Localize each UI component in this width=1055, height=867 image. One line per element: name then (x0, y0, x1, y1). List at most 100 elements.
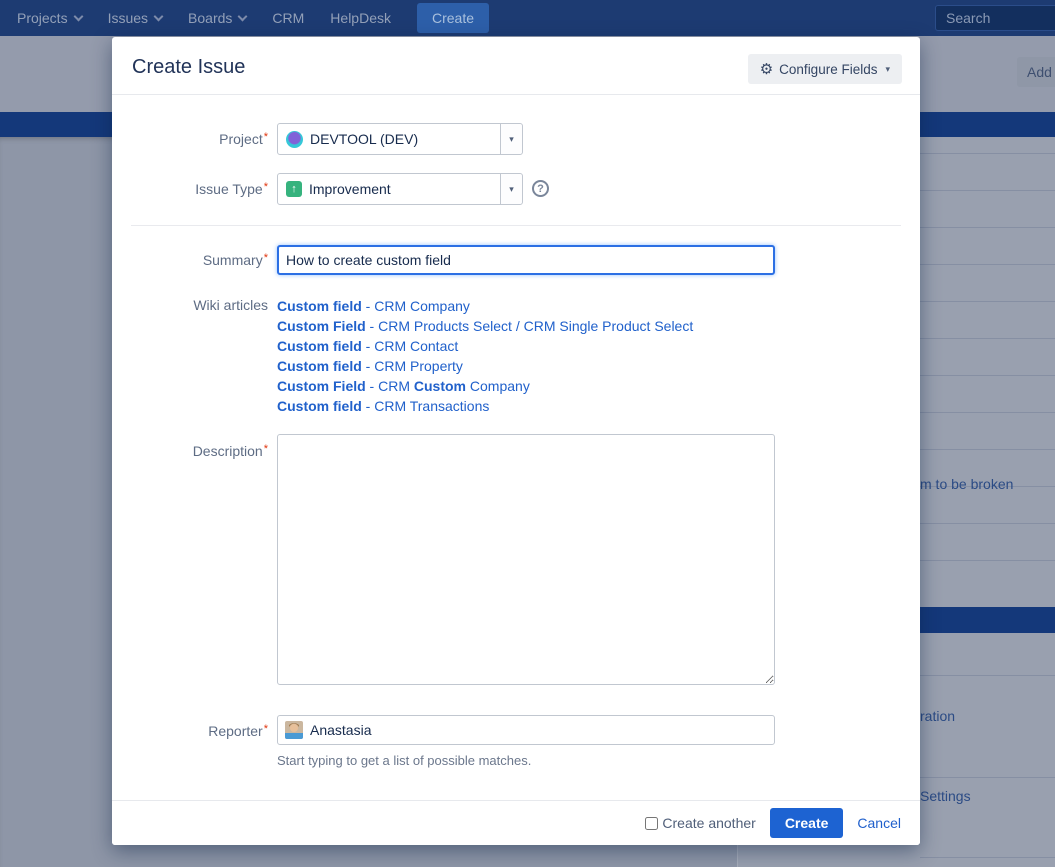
background-row-divider (920, 338, 1055, 339)
description-field-row: Description* (112, 434, 920, 690)
summary-field-row: Summary* (112, 245, 920, 275)
wiki-link-segment: Custom Field (277, 318, 366, 334)
chevron-down-icon (238, 11, 248, 21)
wiki-link-segment: - CRM Company (362, 298, 470, 314)
project-label: Project* (112, 123, 268, 155)
required-marker: * (264, 181, 268, 193)
gear-icon: ⚙ (760, 62, 773, 77)
create-button[interactable]: Create (770, 808, 844, 838)
nav-item-label: Boards (188, 10, 232, 26)
wiki-link-segment: Custom field (277, 398, 362, 414)
improvement-arrow-icon: ↑ (286, 181, 302, 197)
background-row-divider (920, 777, 1055, 778)
required-marker: * (264, 443, 268, 455)
nav-item-label: HelpDesk (330, 10, 391, 26)
required-marker: * (264, 252, 268, 264)
dialog-header: Create Issue ⚙ Configure Fields ▾ (112, 37, 920, 95)
wiki-article-link[interactable]: Custom Field - CRM Products Select / CRM… (277, 316, 693, 336)
nav-item-label: CRM (272, 10, 304, 26)
summary-input[interactable] (277, 245, 775, 275)
background-row-divider (920, 412, 1055, 413)
chevron-down-icon: ▾ (885, 64, 890, 75)
reporter-field-row: Reporter* Anastasia (112, 715, 920, 745)
nav-item-helpdesk[interactable]: HelpDesk (317, 0, 404, 36)
background-row-divider (920, 675, 1055, 676)
background-link-broken-item[interactable]: m to be broken (920, 476, 1013, 492)
summary-label: Summary* (112, 245, 268, 275)
create-another-label[interactable]: Create another (662, 815, 755, 831)
reporter-label: Reporter* (112, 715, 268, 745)
required-marker: * (264, 723, 268, 735)
search-input[interactable] (935, 5, 1055, 31)
background-link-settings[interactable]: Settings (920, 788, 971, 804)
nav-item-projects[interactable]: Projects (4, 0, 95, 36)
background-row-divider (920, 153, 1055, 154)
background-list-panel: m to be broken ration Settings (920, 137, 1055, 867)
project-select[interactable]: DEVTOOL (DEV) ▾ (277, 123, 523, 155)
wiki-link-segment: Custom field (277, 298, 362, 314)
background-row-divider (920, 523, 1055, 524)
project-value: DEVTOOL (DEV) (310, 131, 418, 147)
nav-create-button[interactable]: Create (417, 3, 489, 33)
configure-fields-label: Configure Fields (779, 62, 877, 77)
top-navigation-bar: Projects Issues Boards CRM HelpDesk Create (0, 0, 1055, 36)
wiki-link-segment: Custom field (277, 358, 362, 374)
nav-items: Projects Issues Boards CRM HelpDesk (0, 0, 404, 36)
reporter-hint: Start typing to get a list of possible m… (277, 753, 920, 768)
form-divider (131, 225, 901, 226)
background-row-divider (920, 227, 1055, 228)
create-another-checkbox[interactable] (645, 817, 658, 830)
wiki-link-segment: - CRM Contact (362, 338, 458, 354)
cancel-link[interactable]: Cancel (857, 815, 901, 831)
wiki-link-segment: Custom field (277, 338, 362, 354)
wiki-articles-row: Wiki articles Custom field - CRM Company… (112, 296, 920, 416)
issue-type-value: Improvement (309, 181, 391, 197)
reporter-avatar (285, 721, 303, 739)
wiki-link-segment: - CRM (366, 378, 414, 394)
background-row-divider (920, 264, 1055, 265)
wiki-article-link[interactable]: Custom field - CRM Property (277, 356, 693, 376)
issue-type-label: Issue Type* (112, 173, 268, 197)
wiki-link-segment: Custom (414, 378, 466, 394)
nav-item-label: Projects (17, 10, 68, 26)
nav-item-crm[interactable]: CRM (259, 0, 317, 36)
issue-type-select[interactable]: ↑ Improvement ▾ (277, 173, 523, 205)
chevron-down-icon (73, 11, 83, 21)
background-link-ration[interactable]: ration (920, 708, 955, 724)
background-list-section-header (920, 607, 1055, 633)
project-field-row: Project* DEVTOOL (DEV) ▾ (112, 123, 920, 155)
wiki-link-segment: - CRM Property (362, 358, 463, 374)
background-row-divider (920, 449, 1055, 450)
description-textarea[interactable] (277, 434, 775, 685)
reporter-field[interactable]: Anastasia (277, 715, 775, 745)
dialog-footer: Create another Create Cancel (112, 800, 920, 845)
background-row-divider (920, 560, 1055, 561)
project-avatar-icon (286, 131, 303, 148)
wiki-articles-label: Wiki articles (112, 296, 268, 416)
background-row-divider (920, 190, 1055, 191)
dialog-body: Project* DEVTOOL (DEV) ▾ Issue Type* ↑ (112, 95, 920, 768)
wiki-link-segment: - CRM Products Select / CRM Single Produ… (366, 318, 694, 334)
help-icon[interactable]: ? (532, 180, 549, 197)
nav-item-boards[interactable]: Boards (175, 0, 259, 36)
background-row-divider (920, 301, 1055, 302)
wiki-link-segment: Custom Field (277, 378, 366, 394)
issue-type-select-caret[interactable]: ▾ (500, 174, 522, 204)
wiki-article-link[interactable]: Custom field - CRM Transactions (277, 396, 693, 416)
description-label: Description* (112, 434, 268, 690)
create-issue-dialog: Create Issue ⚙ Configure Fields ▾ Projec… (112, 37, 920, 845)
reporter-value: Anastasia (310, 722, 371, 738)
wiki-articles-links: Custom field - CRM CompanyCustom Field -… (277, 296, 693, 416)
project-select-caret[interactable]: ▾ (500, 124, 522, 154)
nav-item-issues[interactable]: Issues (95, 0, 175, 36)
wiki-article-link[interactable]: Custom Field - CRM Custom Company (277, 376, 693, 396)
wiki-article-link[interactable]: Custom field - CRM Company (277, 296, 693, 316)
chevron-down-icon (154, 11, 164, 21)
wiki-article-link[interactable]: Custom field - CRM Contact (277, 336, 693, 356)
required-marker: * (264, 131, 268, 143)
background-row-divider (920, 375, 1055, 376)
dialog-title: Create Issue (132, 56, 245, 79)
wiki-link-segment: Company (466, 378, 530, 394)
add-gadget-button[interactable]: Add g (1017, 57, 1055, 87)
configure-fields-button[interactable]: ⚙ Configure Fields ▾ (748, 54, 902, 84)
